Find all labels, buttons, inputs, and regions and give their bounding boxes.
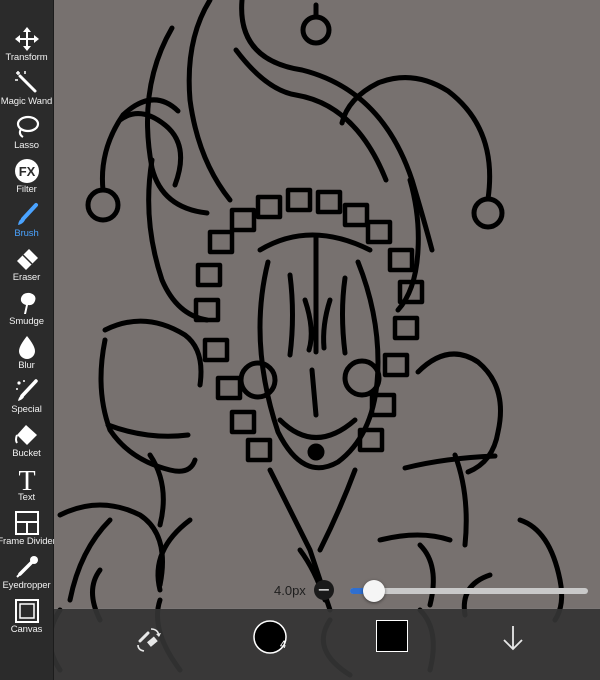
blur-drop-icon bbox=[18, 336, 35, 359]
tool-canvas[interactable]: Canvas bbox=[0, 596, 53, 640]
special-icon bbox=[15, 379, 38, 401]
tool-eraser[interactable]: Eraser bbox=[0, 244, 53, 288]
fx-glyph: FX bbox=[18, 164, 35, 179]
text-icon: T bbox=[18, 466, 35, 492]
tool-label: Transform bbox=[5, 52, 48, 63]
eyedropper-icon bbox=[15, 556, 38, 578]
move-arrows-icon bbox=[14, 27, 39, 51]
slider-thumb[interactable] bbox=[363, 580, 385, 602]
tool-blur[interactable]: Blur bbox=[0, 332, 53, 376]
tool-label: Filter bbox=[16, 184, 37, 195]
lasso-icon bbox=[16, 115, 39, 138]
text-glyph: T bbox=[18, 466, 35, 492]
collapse-toolbar-button[interactable] bbox=[499, 623, 527, 653]
swap-brush-eraser-button[interactable] bbox=[134, 623, 164, 653]
brush-settings-button[interactable]: 4 bbox=[252, 619, 288, 655]
tool-label: Blur bbox=[18, 360, 35, 371]
color-swatch-button[interactable] bbox=[376, 620, 408, 652]
tool-label: Bucket bbox=[12, 448, 41, 459]
drawing-canvas-area[interactable]: 4.0px − + 1( bbox=[54, 0, 600, 680]
swap-brush-eraser-icon bbox=[137, 628, 161, 652]
tool-label: Text bbox=[17, 492, 36, 503]
tool-smudge[interactable]: Smudge bbox=[0, 288, 53, 332]
tool-transform[interactable]: Transform bbox=[0, 24, 53, 68]
frame-divider-icon bbox=[14, 511, 39, 535]
tool-lasso[interactable]: Lasso bbox=[0, 112, 53, 156]
tool-brush[interactable]: Brush bbox=[0, 200, 53, 244]
smudge-icon bbox=[20, 292, 35, 314]
tool-label: Eraser bbox=[12, 272, 41, 283]
minus-icon: − bbox=[317, 580, 331, 599]
tool-frame-divider[interactable]: Frame Divider bbox=[0, 508, 56, 552]
tool-special[interactable]: Special bbox=[0, 376, 53, 420]
magic-wand-icon bbox=[14, 71, 36, 93]
tool-magic-wand[interactable]: Magic Wand bbox=[0, 68, 53, 112]
tool-text[interactable]: T Text bbox=[0, 464, 53, 508]
brush-preview-number: 4 bbox=[280, 639, 286, 651]
tool-label: Eyedropper bbox=[2, 580, 51, 591]
brush-size-slider[interactable] bbox=[350, 580, 588, 602]
brush-icon bbox=[17, 203, 38, 225]
tool-label: Canvas bbox=[10, 624, 43, 635]
tool-label: Lasso bbox=[14, 140, 39, 151]
tool-filter[interactable]: FX Filter bbox=[0, 156, 53, 200]
bottom-toolbar: 4 bbox=[54, 609, 600, 680]
fx-icon: FX bbox=[14, 159, 39, 183]
tool-bucket[interactable]: Bucket bbox=[0, 420, 53, 464]
eraser-icon bbox=[16, 249, 38, 270]
arrow-down-icon bbox=[503, 626, 523, 651]
brush-size-row: 4.0px − + 1( bbox=[268, 578, 600, 604]
tool-sidebar: Transform Magic Wand Lasso FX Filter Bru… bbox=[0, 0, 56, 680]
bucket-icon bbox=[14, 425, 37, 445]
tool-eyedropper[interactable]: Eyedropper bbox=[0, 552, 53, 596]
tool-label: Special bbox=[11, 404, 42, 415]
canvas-icon bbox=[14, 599, 39, 623]
tool-label: Magic Wand bbox=[0, 96, 53, 107]
brush-size-value: 4.0px bbox=[274, 583, 306, 598]
decrease-size-button[interactable]: − bbox=[314, 580, 334, 600]
brush-preview-icon: 4 bbox=[253, 620, 287, 654]
tool-label: Frame Divider bbox=[0, 536, 56, 547]
tool-label: Brush bbox=[14, 228, 39, 239]
tool-label: Smudge bbox=[9, 316, 44, 327]
